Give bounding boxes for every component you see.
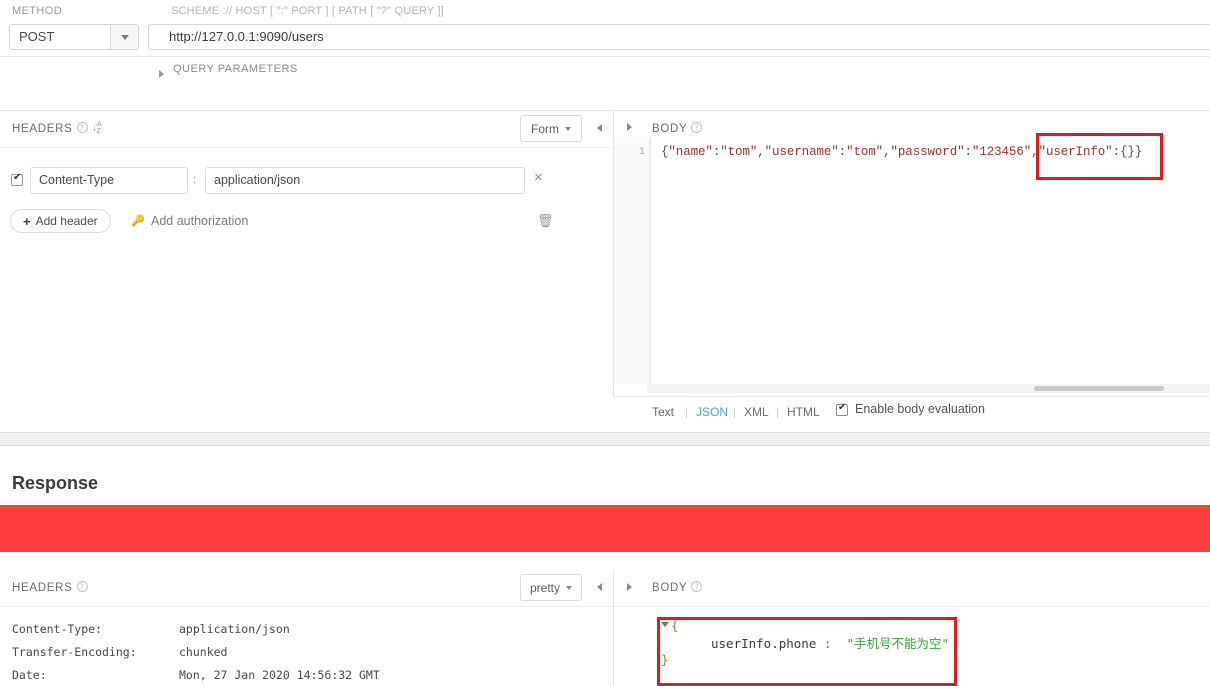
request-headers-header: HEADERS? ↓AZ Form xyxy=(0,111,612,147)
format-tab-xml[interactable]: XML xyxy=(744,405,769,419)
divider xyxy=(0,606,612,607)
divider xyxy=(614,606,1210,607)
method-value: POST xyxy=(19,29,55,44)
response-header-value: chunked xyxy=(179,645,228,659)
headers-view-mode-label: Form xyxy=(531,121,559,136)
query-parameters-label: QUERY PARAMETERS xyxy=(173,63,298,75)
response-header-name: Transfer-Encoding: xyxy=(12,645,137,659)
method-label: METHOD xyxy=(12,5,63,17)
separator: | xyxy=(776,405,780,419)
request-headers-panel: HEADERS? ↓AZ Form Content-Type : applica… xyxy=(0,110,612,433)
url-value: http://127.0.0.1:9090/users xyxy=(169,29,324,44)
header-value-input[interactable]: application/json xyxy=(205,167,525,194)
chevron-down-icon xyxy=(566,585,572,590)
separator: | xyxy=(685,405,689,419)
panel-splitter[interactable] xyxy=(0,432,1210,446)
request-headers-title: HEADERS? xyxy=(12,122,88,135)
headers-actions-row: + Add header 🔑 Add authorization 🗑 xyxy=(0,206,612,242)
url-format-hint-label: SCHEME :// HOST [ ":" PORT ] [ PATH [ "?… xyxy=(171,5,444,17)
expand-right-icon[interactable] xyxy=(627,123,632,131)
response-header-value: Mon, 27 Jan 2020 14:56:32 GMT xyxy=(179,668,380,682)
key-icon: 🔑 xyxy=(131,215,145,227)
plus-icon: + xyxy=(23,213,31,229)
header-name-input[interactable]: Content-Type xyxy=(30,167,188,194)
add-header-button[interactable]: + Add header xyxy=(10,209,111,233)
divider xyxy=(0,147,612,148)
response-body-title: BODY? xyxy=(652,581,703,594)
response-header-name: Date: xyxy=(12,668,47,682)
http-client-window: METHOD SCHEME :// HOST [ ":" PORT ] [ PA… xyxy=(0,0,1210,686)
collapse-left-icon[interactable] xyxy=(597,124,602,132)
editor-line-gutter: 1 xyxy=(635,137,650,384)
remove-header-icon[interactable]: × xyxy=(534,170,543,186)
response-headers-header: HEADERS? pretty xyxy=(0,570,612,606)
response-headers-panel: HEADERS? pretty Content-Type: applicatio… xyxy=(0,570,612,686)
add-header-label: Add header xyxy=(35,214,98,228)
chevron-right-icon xyxy=(159,70,164,78)
response-status-bar: 400 xyxy=(0,505,1210,552)
annotation-box-response-error xyxy=(657,617,957,686)
help-icon[interactable]: ? xyxy=(691,581,703,592)
separator: | xyxy=(733,405,737,419)
response-view-mode-button[interactable]: pretty xyxy=(520,574,582,601)
enable-body-evaluation-label: Enable body evaluation xyxy=(855,402,985,416)
enable-body-evaluation-checkbox[interactable] xyxy=(836,402,848,416)
annotation-box-request-userinfo xyxy=(1036,133,1163,180)
format-tab-text[interactable]: Text xyxy=(652,405,674,419)
response-body-header: BODY? xyxy=(614,570,1210,606)
response-header-value: application/json xyxy=(179,622,290,636)
request-url-bar: METHOD SCHEME :// HOST [ ":" PORT ] [ PA… xyxy=(0,0,1210,57)
url-input[interactable]: http://127.0.0.1:9090/users xyxy=(148,24,1210,50)
line-number: 1 xyxy=(638,146,645,158)
chevron-down-icon xyxy=(565,126,571,131)
delete-icon[interactable]: 🗑 xyxy=(537,213,554,229)
help-icon[interactable]: ? xyxy=(691,122,703,133)
add-authorization-button[interactable]: Add authorization xyxy=(151,214,248,228)
format-tab-html[interactable]: HTML xyxy=(787,405,820,419)
format-tab-json[interactable]: JSON xyxy=(696,405,728,419)
expand-right-icon[interactable] xyxy=(627,583,632,591)
help-icon[interactable]: ? xyxy=(76,581,88,592)
sort-az-icon[interactable]: ↓AZ xyxy=(92,121,108,135)
request-body-title: BODY? xyxy=(652,122,703,135)
response-title: Response xyxy=(12,473,99,493)
query-parameters-section[interactable]: QUERY PARAMETERS xyxy=(0,63,1210,90)
method-select[interactable]: POST xyxy=(9,24,139,50)
headers-view-mode-button[interactable]: Form xyxy=(520,115,582,142)
response-headers-title: HEADERS? xyxy=(12,581,88,594)
header-enabled-checkbox[interactable] xyxy=(11,172,23,186)
header-separator: : xyxy=(193,172,197,186)
response-view-mode-label: pretty xyxy=(529,580,560,595)
header-row: Content-Type : application/json × xyxy=(0,161,612,201)
method-dropdown-button[interactable] xyxy=(110,25,138,49)
response-header-name: Content-Type: xyxy=(12,622,103,636)
help-icon[interactable]: ? xyxy=(76,122,88,133)
chevron-down-icon xyxy=(120,34,129,40)
editor-gutter-background xyxy=(614,137,635,384)
editor-hscroll-thumb[interactable] xyxy=(1034,386,1164,391)
collapse-left-icon[interactable] xyxy=(597,583,602,591)
